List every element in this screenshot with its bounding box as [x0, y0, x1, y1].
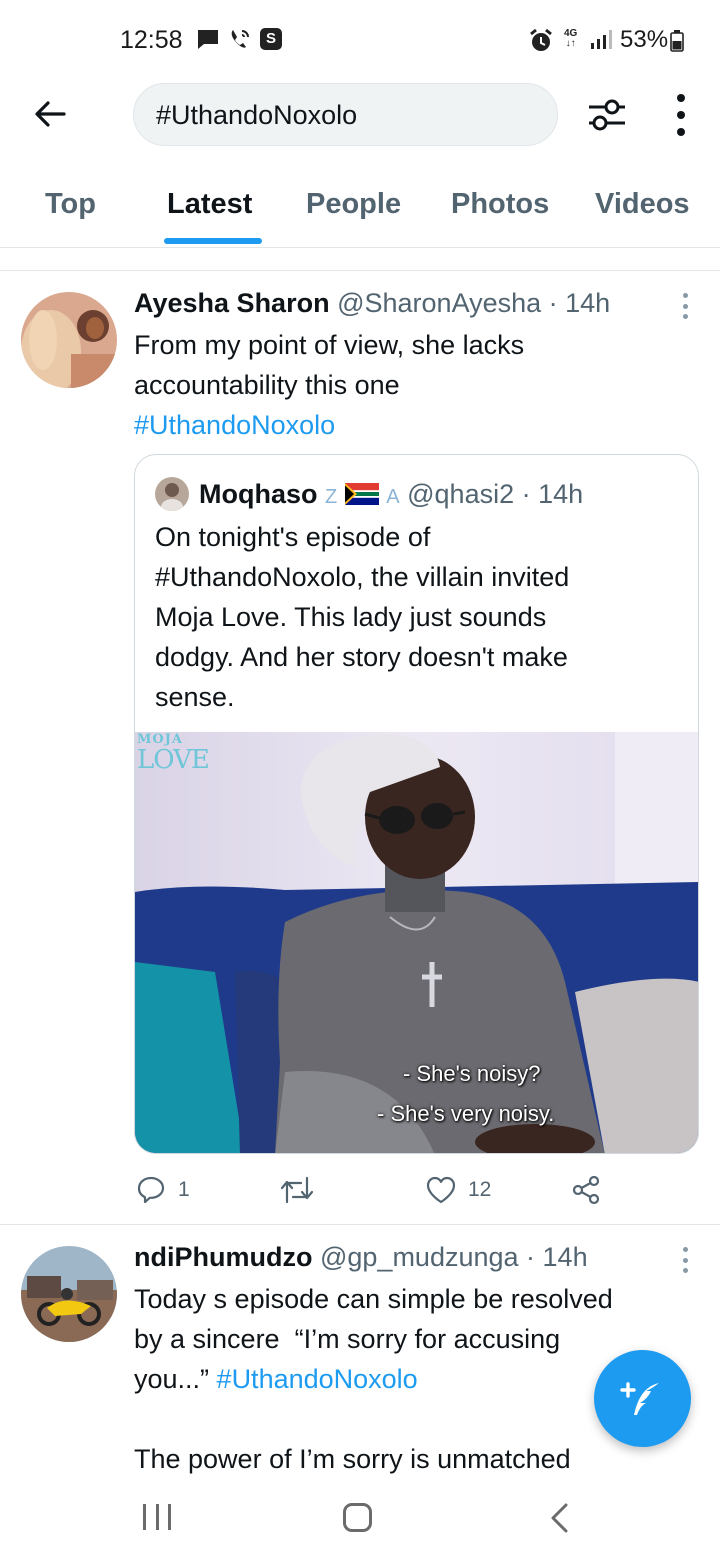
retweet-button[interactable] [280, 1174, 326, 1206]
quoted-text-line: #UthandoNoxolo, the villain invited [155, 562, 570, 592]
overflow-menu-button[interactable] [668, 94, 694, 136]
south-africa-flag-icon [344, 483, 379, 505]
compose-feather-icon [619, 1381, 659, 1415]
tab-videos[interactable]: Videos [595, 188, 690, 221]
tweet-text-line: The power of I’m sorry is unmatched [134, 1444, 571, 1474]
subtitle-line: - She's noisy? [403, 1061, 541, 1086]
author-name: Moqhaso [199, 479, 318, 509]
tweet-text-line: From my point of view, she lacks [134, 330, 525, 360]
4g-icon: 4G ↓↑ [564, 28, 578, 49]
tweet-menu-button[interactable] [680, 1247, 690, 1273]
wifi-call-icon [231, 30, 249, 48]
author-handle[interactable]: @SharonAyesha [337, 288, 541, 318]
divider [0, 1224, 720, 1225]
author-name[interactable]: ndiPhumudzo [134, 1242, 312, 1272]
recents-button[interactable] [143, 1504, 171, 1530]
avatar [155, 477, 189, 511]
hashtag-link[interactable]: #UthandoNoxolo [217, 1364, 418, 1394]
reply-button[interactable]: 1 [136, 1174, 190, 1206]
heart-icon [426, 1176, 456, 1204]
quoted-tweet-header: Moqhaso Z A @qhasi2 · 14h [199, 479, 583, 510]
system-nav-bar [0, 1476, 720, 1560]
message-icon [198, 30, 218, 49]
subtitle-line: - She's very noisy. [377, 1101, 555, 1126]
share-icon [572, 1175, 600, 1205]
tweet-menu-button[interactable] [680, 293, 690, 319]
tweet-header: ndiPhumudzo @gp_mudzunga · 14h [134, 1242, 588, 1273]
signal-icon [591, 30, 612, 49]
reply-icon [137, 1176, 165, 1204]
status-time: 12:58 [120, 26, 183, 54]
tweet-text: From my point of view, she lacks account… [134, 325, 694, 445]
divider [0, 270, 720, 271]
tab-latest[interactable]: Latest [167, 188, 252, 221]
share-button[interactable] [571, 1174, 601, 1206]
tab-active-indicator [164, 238, 262, 244]
search-input[interactable]: #UthandoNoxolo [133, 83, 558, 146]
like-button[interactable]: 12 [426, 1174, 491, 1206]
more-vertical-icon [677, 94, 685, 102]
quoted-text-line: Moja Love. This lady just sounds [155, 602, 547, 632]
tweet-media-image[interactable]: MOJA LOVE - She's noisy? - She's very no… [135, 732, 698, 1153]
battery-percent: 53% [620, 26, 669, 53]
name-emoji: Z [325, 486, 338, 508]
reply-count: 1 [178, 1178, 190, 1201]
avatar-image [21, 292, 117, 388]
quoted-text-line: dodgy. And her story doesn't make [155, 642, 568, 672]
alarm-icon [530, 28, 552, 51]
like-count: 12 [468, 1178, 492, 1201]
avatar[interactable] [21, 1246, 117, 1342]
tweet-text-line: Today s episode can simple be resolved [134, 1284, 613, 1314]
status-bar: 12:58 S 4G ↓↑ 53% [0, 0, 720, 80]
moja-love-logo: MOJA LOVE [137, 732, 210, 775]
home-button[interactable] [343, 1503, 372, 1532]
arrow-left-icon [35, 101, 66, 127]
battery-icon [670, 30, 684, 52]
tweet-text-line: accountability this one [134, 370, 400, 400]
search-query: #UthandoNoxolo [156, 100, 358, 130]
tweet-text-fragment: you...” [134, 1364, 210, 1394]
quoted-tweet[interactable]: Moqhaso Z A @qhasi2 · 14h On tonight's e… [134, 454, 699, 1154]
search-tabs: Top Latest People Photos Videos [0, 170, 720, 248]
hashtag-link[interactable]: #UthandoNoxolo [134, 405, 694, 445]
tab-photos[interactable]: Photos [451, 188, 549, 221]
tab-people[interactable]: People [306, 188, 401, 221]
tweet-time: · 14h [548, 288, 611, 318]
search-filter-icon[interactable] [585, 95, 629, 135]
quoted-text-line: On tonight's episode of [155, 522, 431, 552]
tweet-header: Ayesha Sharon @SharonAyesha · 14h [134, 288, 610, 319]
tab-top[interactable]: Top [45, 188, 96, 221]
tweet-time: · 14h [521, 479, 584, 509]
name-emoji: A [386, 486, 400, 508]
retweet-icon [280, 1176, 314, 1204]
author-name[interactable]: Ayesha Sharon [134, 288, 330, 318]
nav-back-icon[interactable] [548, 1502, 570, 1534]
tweet-time: · 14h [526, 1242, 588, 1272]
back-button[interactable] [30, 94, 70, 134]
quoted-text-line: sense. [155, 682, 235, 712]
avatar[interactable] [21, 292, 117, 388]
tweet-text-line: by a sincere “I’m sorry for accusing [134, 1324, 561, 1354]
video-subtitles: - She's noisy? - She's very noisy. [335, 1054, 615, 1134]
author-handle: @qhasi2 [407, 479, 515, 509]
logo-text-bottom: LOVE [137, 745, 210, 775]
quoted-tweet-text: On tonight's episode of #UthandoNoxolo, … [155, 517, 685, 717]
s-app-icon: S [260, 28, 282, 50]
author-handle[interactable]: @gp_mudzunga [320, 1242, 519, 1272]
avatar-image [21, 1246, 117, 1342]
compose-tweet-button[interactable] [594, 1350, 691, 1447]
